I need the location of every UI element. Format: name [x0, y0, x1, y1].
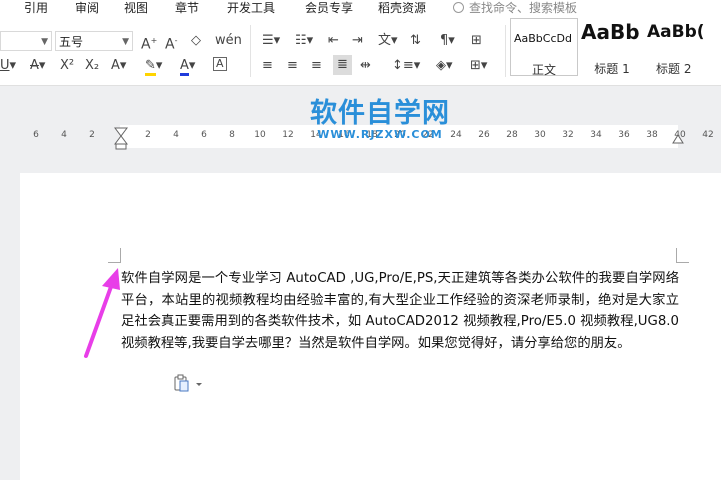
- ruler-tick-label: 8: [229, 130, 235, 140]
- style-sample: AaBbCcDd: [514, 32, 572, 45]
- menu-item-docer-resources[interactable]: 稻壳资源: [378, 0, 426, 17]
- margin-corner-mark: [108, 248, 121, 263]
- style-name: 标题 1: [594, 62, 630, 76]
- document-paragraph[interactable]: 软件自学网是一个专业学习 AutoCAD ,UG,Pro/E,PS,天正建筑等各…: [121, 268, 679, 354]
- font-size-value: 五号: [59, 35, 84, 49]
- highlight-icon[interactable]: ✎▾: [145, 57, 162, 76]
- clear-format-icon[interactable]: ◇: [191, 32, 201, 50]
- style-name: 标题 2: [656, 62, 692, 76]
- phonetic-guide-icon[interactable]: wén: [215, 32, 242, 50]
- watermark-title: 软件自学网: [310, 98, 450, 129]
- ruler-tick-label: 6: [201, 130, 207, 140]
- subscript-icon[interactable]: X₂: [85, 57, 99, 75]
- align-center-icon[interactable]: ≡: [287, 57, 298, 75]
- style-heading-2[interactable]: AaBb( 标题 2: [644, 18, 721, 76]
- ruler-tick-label: 10: [254, 130, 266, 140]
- decrease-indent-icon[interactable]: ⇤: [328, 32, 339, 50]
- style-sample: AaBb: [581, 20, 640, 44]
- chevron-down-icon: ▼: [122, 37, 129, 47]
- style-heading-1[interactable]: AaBb 标题 1: [578, 18, 646, 76]
- search-icon: [453, 2, 464, 13]
- menu-item-developer[interactable]: 开发工具: [227, 0, 275, 17]
- menu-item-member[interactable]: 会员专享: [305, 0, 353, 17]
- ruler-tick-label: 34: [590, 130, 602, 140]
- ruler-tick-label: 36: [618, 130, 630, 140]
- menu-item-references[interactable]: 引用: [24, 0, 48, 17]
- menu-item-section[interactable]: 章节: [175, 0, 199, 17]
- styles-gallery: AaBbCcDd 正文 AaBb 标题 1 AaBb( 标题 2: [510, 18, 721, 78]
- toolbar-divider: [250, 25, 251, 77]
- ruler-tick-label: 30: [534, 130, 546, 140]
- search-placeholder: 查找命令、搜索模板: [469, 1, 578, 15]
- increase-indent-icon[interactable]: ⇥: [352, 32, 363, 50]
- ruler-tick-label: 42: [702, 130, 714, 140]
- strikethrough-icon[interactable]: A▾: [30, 57, 45, 75]
- shrink-font-icon[interactable]: A-: [165, 32, 177, 54]
- menu-item-review[interactable]: 审阅: [75, 0, 99, 17]
- font-name-select[interactable]: ▼: [0, 31, 52, 51]
- chevron-down-icon: ▼: [41, 37, 48, 47]
- ruler-tick-label: 6: [33, 130, 39, 140]
- indent-marker-icon[interactable]: [114, 125, 128, 150]
- justify-icon[interactable]: ≣: [333, 55, 352, 75]
- table-grid-icon[interactable]: ⊞: [471, 32, 482, 50]
- text-effect-icon[interactable]: A▾: [111, 57, 126, 75]
- line-spacing-icon[interactable]: ↕≡▾: [392, 57, 420, 75]
- ruler-tick-label: 32: [562, 130, 574, 140]
- numbered-list-icon[interactable]: ☷▾: [295, 32, 313, 50]
- ruler-tick-label: 38: [646, 130, 658, 140]
- chinese-layout-icon[interactable]: 文▾: [378, 32, 398, 50]
- style-sample: AaBb(: [647, 22, 705, 42]
- character-border-icon[interactable]: A: [213, 57, 227, 71]
- show-marks-icon[interactable]: ¶▾: [440, 32, 455, 50]
- annotation-arrow-icon: [84, 268, 120, 358]
- style-normal[interactable]: AaBbCcDd 正文: [510, 18, 578, 77]
- distribute-icon[interactable]: ⇹: [360, 57, 371, 75]
- font-size-select[interactable]: 五号 ▼: [55, 31, 133, 51]
- ruler-tick-label: 26: [478, 130, 490, 140]
- menu-item-view[interactable]: 视图: [124, 0, 148, 17]
- font-color-icon[interactable]: A▾: [180, 57, 195, 76]
- watermark-url: WWW.RJZXW.COM: [317, 128, 443, 141]
- clipboard-icon: [174, 374, 202, 392]
- align-left-icon[interactable]: ≡: [262, 57, 273, 75]
- ruler-tick-label: 28: [506, 130, 518, 140]
- ruler-tick-label: 4: [173, 130, 179, 140]
- ruler-tick-label: 2: [145, 130, 151, 140]
- margin-corner-mark: [676, 248, 689, 263]
- menu-bar: 引用 审阅 视图 章节 开发工具 会员专享 稻壳资源 查找命令、搜索模板: [0, 0, 721, 17]
- align-right-icon[interactable]: ≡: [311, 57, 322, 75]
- superscript-icon[interactable]: X²: [60, 57, 74, 75]
- command-search[interactable]: 查找命令、搜索模板: [453, 0, 577, 17]
- right-indent-marker-icon[interactable]: [672, 129, 684, 145]
- borders-icon[interactable]: ⊞▾: [470, 57, 487, 75]
- ruler-tick-label: 2: [89, 130, 95, 140]
- ruler-tick-label: 12: [282, 130, 294, 140]
- site-watermark: 软件自学网 WWW.RJZXW.COM: [306, 98, 454, 141]
- style-name: 正文: [531, 63, 556, 77]
- paste-options-button[interactable]: [174, 374, 204, 396]
- bullet-list-icon[interactable]: ☰▾: [262, 32, 280, 50]
- ruler-tick-label: 4: [61, 130, 67, 140]
- underline-icon[interactable]: U▾: [0, 57, 16, 75]
- toolbar-divider: [505, 25, 506, 77]
- grow-font-icon[interactable]: A+: [141, 32, 157, 54]
- shading-icon[interactable]: ◈▾: [436, 57, 453, 75]
- sort-icon[interactable]: ⇅: [410, 32, 421, 50]
